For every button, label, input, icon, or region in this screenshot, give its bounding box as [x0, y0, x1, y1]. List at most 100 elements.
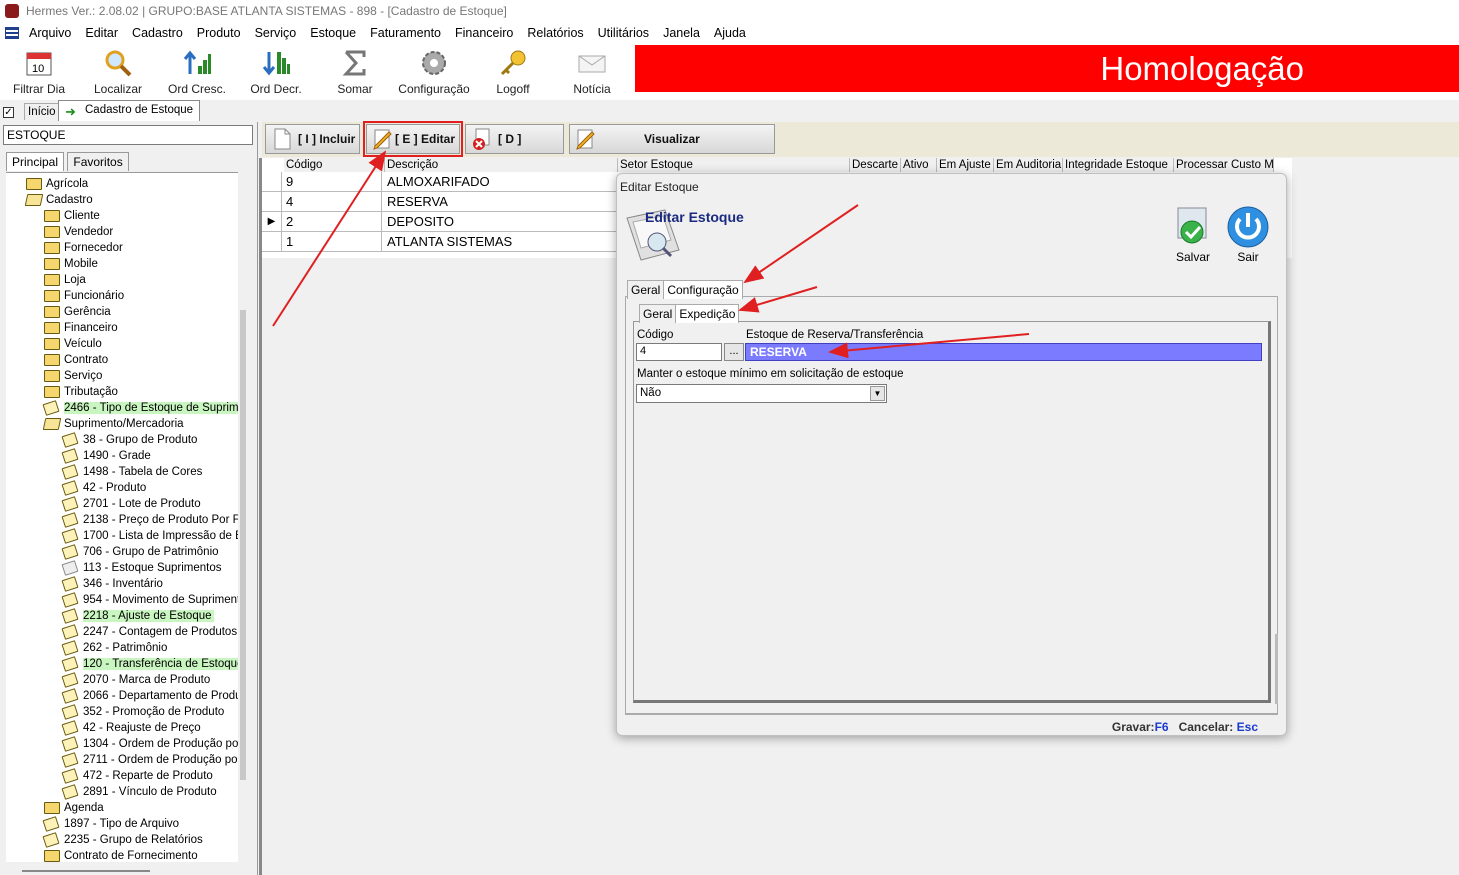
tree-item[interactable]: Serviço — [44, 368, 102, 384]
tree-item[interactable]: 113 - Estoque Suprimentos — [61, 560, 222, 576]
tab-principal[interactable]: Principal — [6, 152, 65, 171]
column-header-descarte[interactable]: Descarte — [850, 158, 901, 172]
tree-item[interactable]: Vendedor — [44, 224, 113, 240]
visualizar-button[interactable]: Visualizar — [569, 124, 775, 154]
menu-item-4[interactable]: Serviço — [248, 22, 304, 44]
toolbar-button-7[interactable]: Notícia — [553, 46, 631, 98]
toolbar-button-5[interactable]: Configuração — [395, 46, 473, 98]
column-header-ativo[interactable]: Ativo — [901, 158, 937, 172]
tree-item[interactable]: Cadastro — [24, 192, 93, 208]
menu-item-10[interactable]: Janela — [656, 22, 707, 44]
tree-item[interactable]: 2891 - Vínculo de Produto — [61, 784, 217, 800]
tree-item[interactable]: Veículo — [44, 336, 102, 352]
dialog-scrollbar[interactable] — [1275, 634, 1278, 704]
menu-item-1[interactable]: Editar — [78, 22, 125, 44]
tree-item[interactable]: Tributação — [44, 384, 118, 400]
tree-item[interactable]: 120 - Transferência de Estoque — [61, 656, 238, 672]
tree-item[interactable]: 706 - Grupo de Patrimônio — [61, 544, 219, 560]
tab-checkbox[interactable]: ✓ — [3, 107, 14, 118]
menu-search-input[interactable]: ESTOQUE — [3, 125, 253, 145]
tree-item[interactable]: 1897 - Tipo de Arquivo — [42, 816, 179, 832]
codigo-input[interactable]: 4 — [636, 343, 722, 361]
tree-item[interactable]: 2218 - Ajuste de Estoque — [61, 608, 214, 624]
tab-configuracao[interactable]: Configuração — [663, 280, 743, 299]
tree-item[interactable]: 2247 - Contagem de Produtos — [61, 624, 237, 640]
column-header-integridade[interactable]: Integridade Estoque — [1063, 158, 1174, 172]
tree-item[interactable]: 2711 - Ordem de Produção por I — [61, 752, 238, 768]
table-row[interactable]: 4 RESERVA — [262, 192, 617, 212]
tab-favoritos[interactable]: Favoritos — [67, 152, 129, 171]
column-header-em-ajuste[interactable]: Em Ajuste — [937, 158, 994, 172]
tree-item[interactable]: 2466 - Tipo de Estoque de Suprimer — [42, 400, 238, 416]
column-header-em-auditoria[interactable]: Em Auditoria — [994, 158, 1063, 172]
tree-item[interactable]: Mobile — [44, 256, 98, 272]
tree-item[interactable]: 38 - Grupo de Produto — [61, 432, 197, 448]
codigo-lookup-button[interactable]: ... — [724, 343, 744, 361]
toolbar-button-4[interactable]: Somar — [316, 46, 394, 98]
toolbar-button-3[interactable]: Ord Decr. — [237, 46, 315, 98]
tree-scrollbar[interactable] — [240, 310, 246, 780]
tree-item[interactable]: 2701 - Lote de Produto — [61, 496, 201, 512]
tree-item[interactable]: 262 - Patrimônio — [61, 640, 167, 656]
tree-item[interactable]: Contrato — [44, 352, 108, 368]
tree-item[interactable]: Funcionário — [44, 288, 124, 304]
tree-item[interactable]: Suprimento/Mercadoria — [42, 416, 184, 432]
tree-item[interactable]: 2070 - Marca de Produto — [61, 672, 210, 688]
tree-item[interactable]: 42 - Produto — [61, 480, 146, 496]
tree-item[interactable]: 2138 - Preço de Produto Por For — [61, 512, 238, 528]
toolbar-button-0[interactable]: 10 Filtrar Dia — [0, 46, 78, 98]
menu-item-2[interactable]: Cadastro — [125, 22, 190, 44]
toolbar-button-1[interactable]: Localizar — [79, 46, 157, 98]
menu-item-8[interactable]: Relatórios — [520, 22, 590, 44]
menu-item-9[interactable]: Utilitários — [591, 22, 656, 44]
toolbar-button-2[interactable]: Ord Cresc. — [158, 46, 236, 98]
editar-button[interactable]: [ E ] Editar — [363, 121, 463, 157]
menu-item-7[interactable]: Financeiro — [448, 22, 520, 44]
tree-item[interactable]: 1304 - Ordem de Produção por I — [61, 736, 238, 752]
excluir-button[interactable]: [ D ] Excluir — [465, 124, 564, 174]
tree-item[interactable]: Financeiro — [44, 320, 118, 336]
tree-item[interactable]: 2066 - Departamento de Produto — [61, 688, 238, 704]
tab-expedicao[interactable]: Expedição — [675, 304, 740, 323]
toolbar-button-6[interactable]: Logoff — [474, 46, 552, 98]
sair-button[interactable]: Sair — [1223, 204, 1273, 266]
tab-geral-inner[interactable]: Geral — [639, 304, 677, 323]
tree-item[interactable]: Agenda — [44, 800, 104, 816]
tree-item[interactable]: 1490 - Grade — [61, 448, 151, 464]
tree-item[interactable]: 352 - Promoção de Produto — [61, 704, 224, 720]
tree-item[interactable]: 954 - Movimento de Suprimento: — [61, 592, 238, 608]
incluir-button[interactable]: [ I ] Incluir — [265, 124, 360, 154]
tree-item[interactable]: Fornecedor — [44, 240, 123, 256]
tree-item[interactable]: 346 - Inventário — [61, 576, 163, 592]
menu-item-5[interactable]: Estoque — [303, 22, 363, 44]
tree-item[interactable]: Loja — [44, 272, 86, 288]
table-row[interactable]: ▶ 2 DEPOSITO — [262, 212, 617, 232]
menu-item-3[interactable]: Produto — [190, 22, 248, 44]
chevron-down-icon[interactable]: ▼ — [870, 386, 885, 401]
column-header-descricao[interactable]: Descrição — [385, 158, 618, 172]
tree-item[interactable]: Gerência — [44, 304, 111, 320]
tree-item[interactable]: 1498 - Tabela de Cores — [61, 464, 202, 480]
column-header-setor[interactable]: Setor Estoque — [618, 158, 850, 172]
table-row[interactable]: 1 ATLANTA SISTEMAS — [262, 232, 617, 252]
tree-item[interactable]: 42 - Reajuste de Preço — [61, 720, 201, 736]
tree-item[interactable]: Cliente — [44, 208, 100, 224]
menu-item-11[interactable]: Ajuda — [707, 22, 753, 44]
tree-item[interactable]: Agrícola — [26, 176, 88, 192]
table-row[interactable]: 9 ALMOXARIFADO — [262, 172, 617, 192]
tree-item[interactable]: 1700 - Lista de Impressão de Eti — [61, 528, 238, 544]
menu-item-0[interactable]: Arquivo — [22, 22, 78, 44]
system-menu-icon[interactable] — [5, 27, 19, 39]
tab-home[interactable]: Início — [24, 103, 60, 120]
menu-item-6[interactable]: Faturamento — [363, 22, 448, 44]
column-header-codigo[interactable]: Código — [284, 158, 385, 172]
tree-item[interactable]: 472 - Reparte de Produto — [61, 768, 213, 784]
tab-cadastro-estoque[interactable]: ➜ Cadastro de Estoque — [58, 100, 201, 121]
column-header-processar-custo[interactable]: Processar Custo Mé — [1174, 158, 1274, 172]
estoque-minimo-select[interactable]: Não ▼ — [636, 384, 887, 403]
horizontal-scrollbar[interactable] — [22, 870, 150, 872]
tree-item[interactable]: Contrato de Fornecimento — [44, 848, 198, 862]
tree-item[interactable]: 2235 - Grupo de Relatórios — [42, 832, 203, 848]
salvar-button[interactable]: Salvar — [1168, 204, 1218, 266]
tab-geral[interactable]: Geral — [627, 280, 665, 299]
